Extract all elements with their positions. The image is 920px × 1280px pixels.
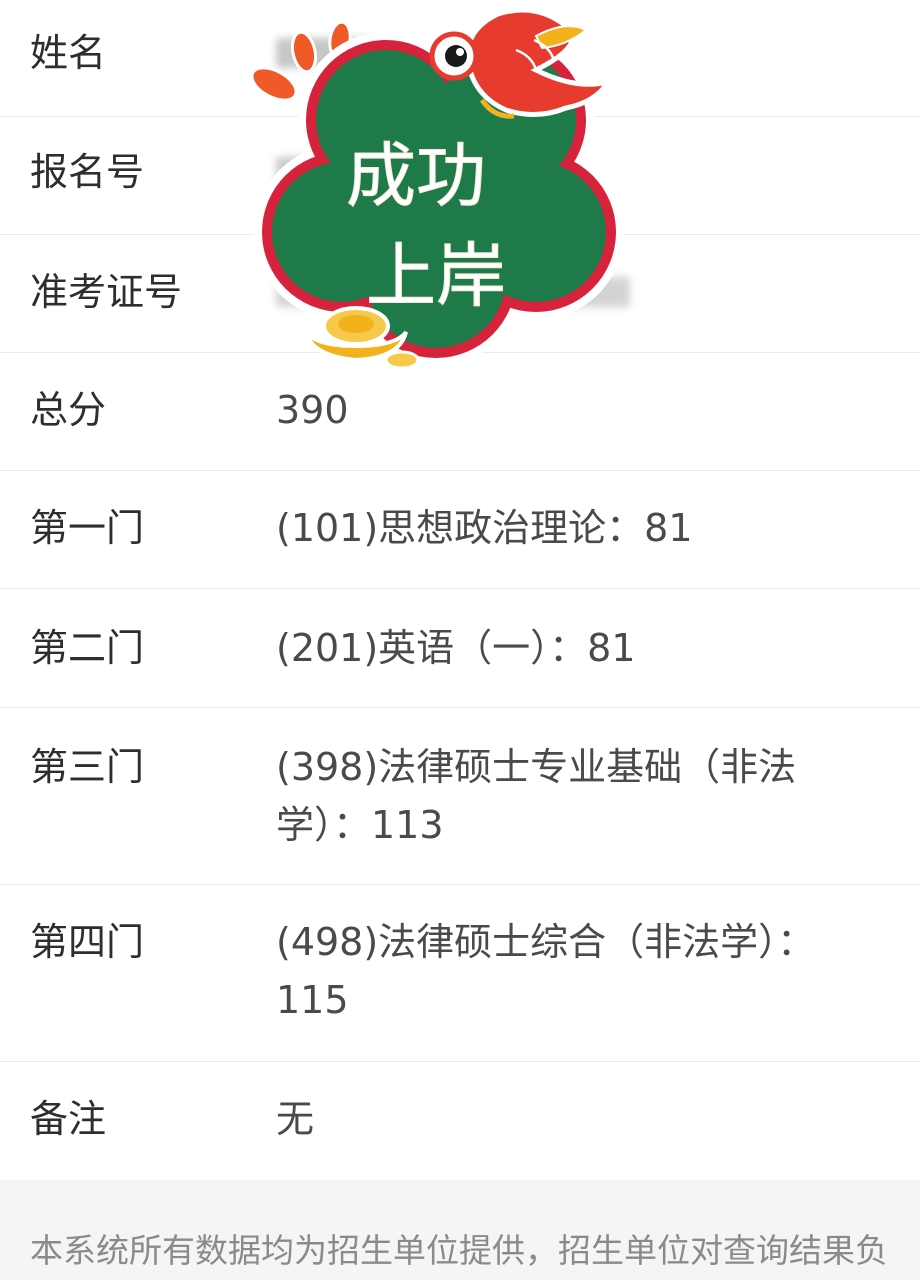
- row-remarks: 备注 无: [0, 1062, 920, 1180]
- row-subject-3: 第三门 (398)法律硕士专业基础（非法学）：113: [0, 708, 920, 885]
- subject-2-score: (201)英语（一）：81: [276, 626, 636, 670]
- petal-decoration: [290, 30, 318, 74]
- row-label: 姓名: [30, 31, 107, 75]
- disclaimer-text: 本系统所有数据均为招生单位提供，招生单位对查询结果负责: [30, 1231, 888, 1270]
- sticker-line-1: 成功: [346, 135, 486, 217]
- subject-1-score: (101)思想政治理论：81: [276, 506, 693, 550]
- disclaimer-footer: 本系统所有数据均为招生单位提供，招生单位对查询结果负责: [0, 1180, 920, 1280]
- remarks-value: 无: [276, 1097, 315, 1141]
- row-label: 第二门: [30, 626, 145, 670]
- petal-decoration: [250, 66, 298, 102]
- row-subject-1: 第一门 (101)思想政治理论：81: [0, 471, 920, 589]
- row-label: 总分: [30, 388, 107, 432]
- row-label: 备注: [30, 1097, 107, 1141]
- sticker-line-2: 上岸: [366, 235, 506, 317]
- score-query-page: 姓名 报名号 准考证号 总分 390 第一门 (101)思想政治理论：81 第二…: [0, 0, 920, 1280]
- row-label: 第三门: [30, 745, 145, 789]
- row-label: 第四门: [30, 920, 145, 964]
- row-subject-4: 第四门 (498)法律硕士综合（非法学）：115: [0, 885, 920, 1062]
- row-label: 准考证号: [30, 270, 183, 314]
- subject-3-score: (398)法律硕士专业基础（非法学）：113: [276, 745, 797, 847]
- row-label: 报名号: [30, 150, 145, 194]
- row-label: 第一门: [30, 506, 145, 550]
- success-sticker: 成功 上岸: [236, 0, 636, 400]
- row-subject-2: 第二门 (201)英语（一）：81: [0, 589, 920, 708]
- subject-4-score: (498)法律硕士综合（非法学）：115: [276, 920, 816, 1022]
